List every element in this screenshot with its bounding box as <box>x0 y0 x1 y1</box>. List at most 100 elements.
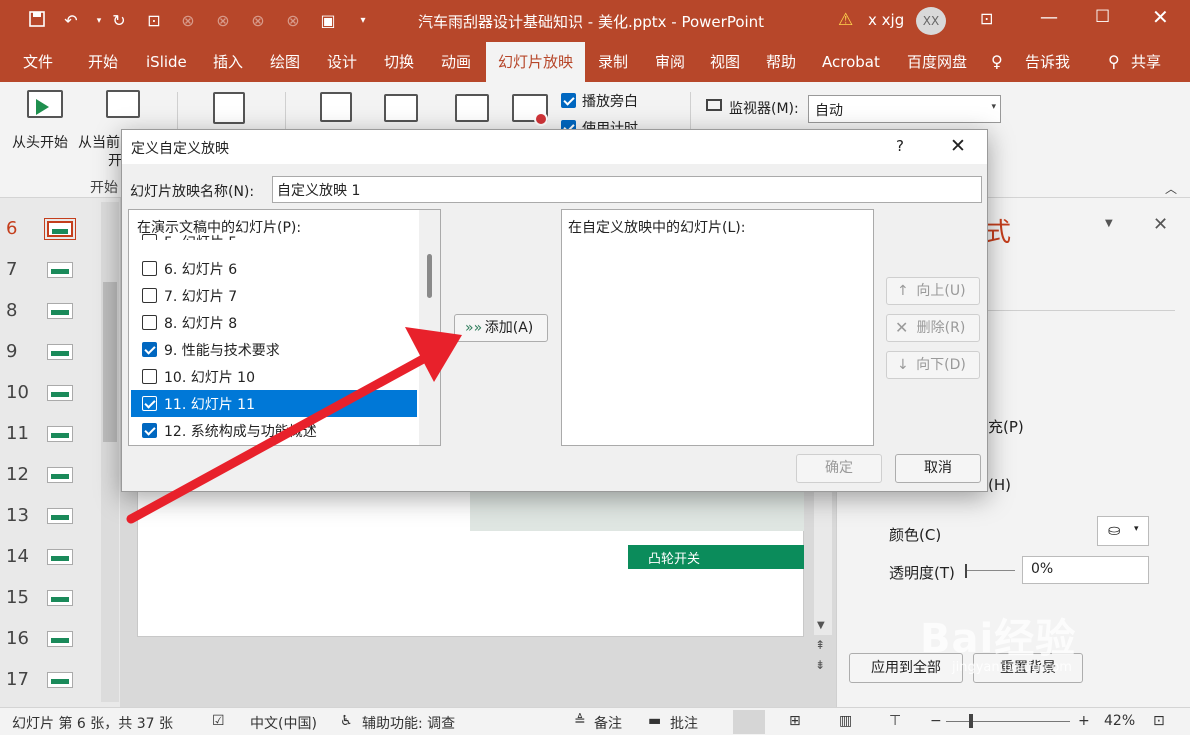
slide-checkbox[interactable] <box>142 261 157 276</box>
scrollbar-thumb[interactable] <box>103 282 117 442</box>
hide-graphics-label[interactable]: (H) <box>988 476 1011 494</box>
save-icon[interactable] <box>26 10 48 32</box>
tab-tell-me[interactable]: 告诉我 <box>1025 42 1070 82</box>
thumbnail-slide-17[interactable] <box>47 672 73 688</box>
list-item[interactable]: 6. 幻灯片 6 <box>131 255 417 282</box>
lightbulb-icon[interactable]: ♀ <box>991 42 1003 82</box>
tab-insert[interactable]: 插入 <box>213 42 243 82</box>
scroll-down-icon[interactable]: ▼ <box>817 620 825 631</box>
maximize-icon[interactable]: ☐ <box>1095 7 1110 27</box>
language[interactable]: 中文(中国) <box>250 713 317 733</box>
tab-record[interactable]: 录制 <box>598 42 628 82</box>
close-dialog-icon[interactable]: ✕ <box>950 135 966 157</box>
thumbnail-slide-10[interactable] <box>47 385 73 401</box>
list-item-selected[interactable]: 11. 幻灯片 11 <box>131 390 417 417</box>
close-pane-icon[interactable]: ✕ <box>1153 214 1168 235</box>
normal-view-icon[interactable] <box>733 710 765 734</box>
tab-islide[interactable]: iSlide <box>146 42 187 82</box>
notes-button[interactable]: 备注 <box>594 713 622 733</box>
avatar[interactable]: XX <box>916 7 946 35</box>
account-name[interactable]: x xjg <box>868 11 904 29</box>
transparency-slider[interactable] <box>967 570 1015 571</box>
tab-draw[interactable]: 绘图 <box>270 42 300 82</box>
tab-design[interactable]: 设计 <box>327 42 357 82</box>
close-window-icon[interactable]: ✕ <box>1152 5 1169 29</box>
zoom-slider[interactable] <box>946 721 1070 722</box>
tab-file[interactable]: 文件 <box>23 42 53 82</box>
notes-icon[interactable]: ≜ <box>574 713 586 729</box>
shape-icon[interactable]: ⊗ <box>212 10 234 32</box>
scrollbar-thumb[interactable] <box>427 254 432 298</box>
monitor-select[interactable]: 自动 ▾ <box>808 95 1001 123</box>
remove-button[interactable]: ✕ 删除(R) <box>886 314 980 342</box>
slide-checkbox[interactable] <box>142 342 157 357</box>
ribbon-display-icon[interactable]: ⊡ <box>980 9 993 28</box>
play-narrations-checkbox[interactable] <box>561 93 576 108</box>
thumbnail-slide-13[interactable] <box>47 508 73 524</box>
thumbnail-slide-6[interactable] <box>44 218 76 240</box>
shape-icon[interactable]: ⊗ <box>282 10 304 32</box>
cancel-button[interactable]: 取消 <box>895 454 981 483</box>
move-up-button[interactable]: ↑ 向上(U) <box>886 277 980 305</box>
presentation-slides-list[interactable]: 在演示文稿中的幻灯片(P): 5. 幻灯片 5 6. 幻灯片 6 7. 幻灯片 … <box>128 209 441 446</box>
comments-button[interactable]: 批注 <box>670 713 698 733</box>
thumbnail-slide-14[interactable] <box>47 549 73 565</box>
online-present-icon[interactable] <box>213 92 245 124</box>
add-button[interactable]: »» 添加(A) <box>454 314 548 342</box>
reading-view-icon[interactable]: ▥ <box>839 713 852 729</box>
thumbnail-slide-9[interactable] <box>47 344 73 360</box>
thumbnail-slide-15[interactable] <box>47 590 73 606</box>
list-item[interactable]: 7. 幻灯片 7 <box>131 282 417 309</box>
setup-slideshow-icon[interactable] <box>320 92 352 122</box>
undo-dropdown-icon[interactable]: ▾ <box>88 10 110 32</box>
from-start-label[interactable]: 从头开始 <box>12 132 68 152</box>
share-icon[interactable]: ⚲ <box>1108 42 1120 82</box>
tab-home[interactable]: 开始 <box>88 42 118 82</box>
help-button[interactable]: ? <box>896 137 904 155</box>
collapse-ribbon-icon[interactable]: ︿ <box>1165 180 1177 197</box>
transparency-slider-handle[interactable] <box>965 564 967 578</box>
transparency-input[interactable]: 0% <box>1022 556 1149 584</box>
show-name-input[interactable]: 自定义放映 1 <box>272 176 982 203</box>
next-slide-icon[interactable]: ⇟ <box>815 659 825 671</box>
accessibility-icon[interactable]: ♿ <box>340 713 353 729</box>
tab-acrobat[interactable]: Acrobat <box>822 42 880 82</box>
share-button[interactable]: 共享 <box>1131 42 1161 82</box>
accessibility-status[interactable]: 辅助功能: 调查 <box>362 713 455 733</box>
tab-slideshow[interactable]: 幻灯片放映 <box>486 42 586 82</box>
tab-animations[interactable]: 动画 <box>441 42 471 82</box>
thumbnail-slide-16[interactable] <box>47 631 73 647</box>
pane-options-icon[interactable]: ▼ <box>1105 218 1113 229</box>
list-item[interactable]: 10. 幻灯片 10 <box>131 363 417 390</box>
slide-checkbox[interactable] <box>142 423 157 438</box>
thumbnail-scrollbar[interactable] <box>101 202 119 702</box>
tab-review[interactable]: 审阅 <box>655 42 685 82</box>
thumbnail-slide-12[interactable] <box>47 467 73 483</box>
zoom-slider-handle[interactable] <box>969 714 973 728</box>
slide-checkbox[interactable] <box>142 369 157 384</box>
list-item[interactable]: 12. 系统构成与功能概述 <box>131 417 417 444</box>
tab-view[interactable]: 视图 <box>710 42 740 82</box>
shape-icon[interactable]: ⊗ <box>177 10 199 32</box>
redo-icon[interactable]: ↻ <box>108 10 130 32</box>
slide-sorter-icon[interactable]: ⊞ <box>789 713 801 729</box>
slide-checkbox[interactable] <box>142 396 157 411</box>
thumbnail-slide-8[interactable] <box>47 303 73 319</box>
undo-icon[interactable]: ↶ <box>60 10 82 32</box>
picture-icon[interactable]: ▣ <box>317 10 339 32</box>
slideshow-view-icon[interactable]: ⊤ <box>889 713 901 729</box>
prev-slide-icon[interactable]: ⇞ <box>815 639 825 651</box>
ok-button[interactable]: 确定 <box>796 454 882 483</box>
from-current-label[interactable]: 从当前 <box>78 132 120 152</box>
move-down-button[interactable]: ↓ 向下(D) <box>886 351 980 379</box>
spelling-icon[interactable]: ☑ <box>212 713 225 729</box>
present-icon[interactable]: ⊡ <box>143 10 165 32</box>
fill-option-label[interactable]: 充(P) <box>988 416 1024 437</box>
tab-transitions[interactable]: 切换 <box>384 42 414 82</box>
tab-baidu-netdisk[interactable]: 百度网盘 <box>907 42 967 82</box>
hide-slide-icon[interactable] <box>384 94 418 122</box>
comments-icon[interactable]: ▬ <box>648 713 661 729</box>
fit-slide-icon[interactable]: ⊡ <box>1153 713 1165 729</box>
custom-show-slides-list[interactable]: 在自定义放映中的幻灯片(L): <box>561 209 874 446</box>
slide-checkbox[interactable] <box>142 288 157 303</box>
